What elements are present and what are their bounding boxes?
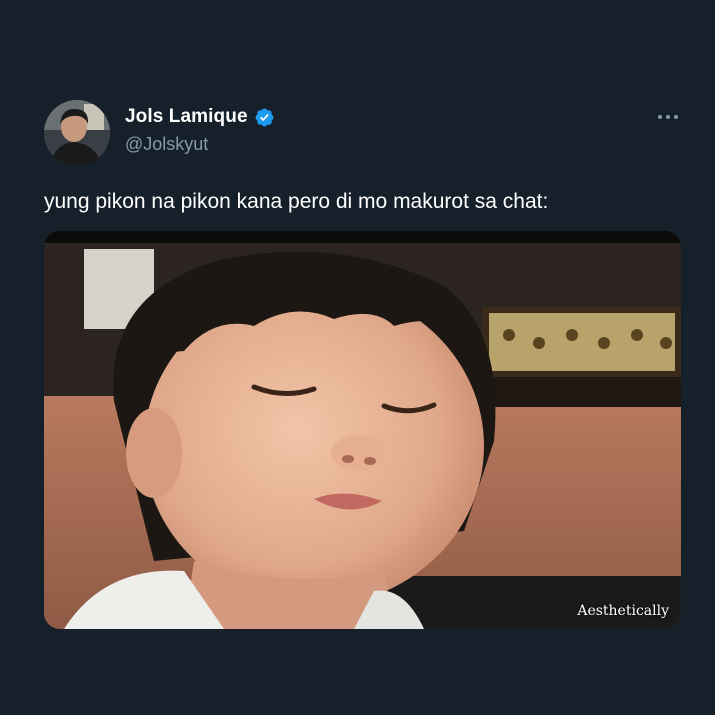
user-handle[interactable]: @Jolskyut: [125, 134, 208, 155]
meme-photo: [44, 231, 681, 629]
tweet-text: yung pikon na pikon kana pero di mo maku…: [44, 190, 549, 213]
verified-badge-icon: [254, 107, 275, 128]
media-watermark: Aesthetically: [577, 603, 669, 619]
more-options-icon[interactable]: [654, 106, 682, 128]
author-name-row: Jols Lamique: [125, 106, 275, 128]
tweet-media[interactable]: Aesthetically: [44, 231, 681, 629]
display-name[interactable]: Jols Lamique: [125, 106, 248, 128]
avatar-photo: [44, 100, 110, 166]
avatar[interactable]: [44, 100, 110, 166]
tweet-card: Jols Lamique @Jolskyut yung pikon na pik…: [0, 0, 715, 715]
